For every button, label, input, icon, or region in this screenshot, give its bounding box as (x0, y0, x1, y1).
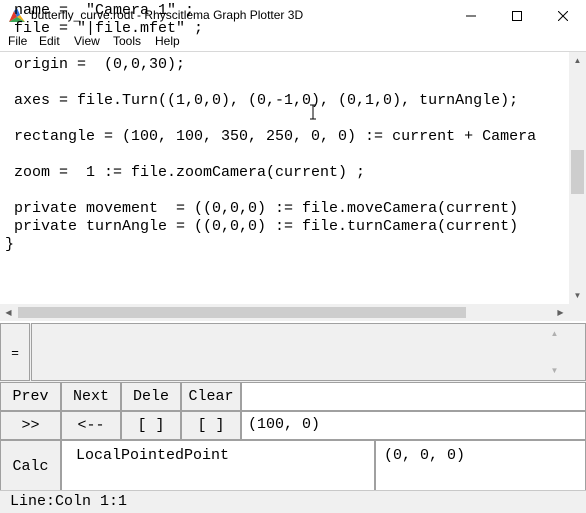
command-input[interactable] (31, 323, 586, 381)
calc-button[interactable]: Calc (0, 440, 61, 492)
next-button[interactable]: Next (61, 382, 121, 411)
code-line[interactable]: rectangle = (100, 100, 350, 250, 0, 0) :… (5, 128, 570, 146)
status-text: Line:Coln 1:1 (10, 493, 128, 510)
status-bar: Line:Coln 1:1 (0, 490, 586, 513)
forward-button[interactable]: >> (0, 411, 61, 440)
scroll-right-icon[interactable]: ▶ (552, 304, 569, 321)
scroll-up-icon[interactable]: ▲ (546, 325, 563, 342)
code-line[interactable]: name = "Camera 1" ; (5, 2, 570, 20)
code-line[interactable]: origin = (0,0,30); (5, 56, 570, 74)
command-scrollbar[interactable]: ▲ ▼ (546, 325, 563, 379)
equals-label: = (0, 323, 30, 381)
vertical-scroll-thumb[interactable] (571, 150, 584, 194)
brackets-button[interactable]: [ ] (121, 411, 181, 440)
back-button[interactable]: <-- (61, 411, 121, 440)
code-line[interactable] (5, 182, 570, 200)
code-line[interactable] (5, 38, 570, 56)
code-line[interactable]: file = "|file.mfet" ; (5, 20, 570, 38)
delete-button[interactable]: Dele (121, 382, 181, 411)
code-line[interactable]: } (5, 236, 570, 254)
calc-expression-field[interactable]: LocalPointedPoint (61, 440, 375, 492)
code-line[interactable]: private turnAngle = ((0,0,0) := file.tur… (5, 218, 570, 236)
scroll-left-icon[interactable]: ◀ (0, 304, 17, 321)
top-value-field[interactable] (241, 382, 586, 411)
code-line[interactable] (5, 110, 570, 128)
calc-result-field[interactable]: (0, 0, 0) (375, 440, 586, 492)
scroll-up-icon[interactable]: ▲ (569, 52, 586, 69)
scroll-corner (569, 304, 586, 321)
scroll-down-icon[interactable]: ▼ (569, 287, 586, 304)
code-line[interactable]: private movement = ((0,0,0) := file.move… (5, 200, 570, 218)
code-line[interactable] (5, 74, 570, 92)
scroll-down-icon[interactable]: ▼ (546, 362, 563, 379)
ibeam-cursor-icon (309, 104, 317, 120)
code-line[interactable]: zoom = 1 := file.zoomCamera(current) ; (5, 164, 570, 182)
horizontal-scroll-thumb[interactable] (18, 307, 466, 318)
clear-button[interactable]: Clear (181, 382, 241, 411)
brackets-wide-button[interactable]: [ ] (181, 411, 241, 440)
code-line[interactable]: axes = file.Turn((1,0,0), (0,-1,0), (0,1… (5, 92, 570, 110)
code-line[interactable] (5, 146, 570, 164)
prev-button[interactable]: Prev (0, 382, 61, 411)
code-text[interactable]: name = "Camera 1" ; file = "|file.mfet" … (5, 2, 570, 254)
point-value-field[interactable]: (100, 0) (241, 411, 586, 440)
